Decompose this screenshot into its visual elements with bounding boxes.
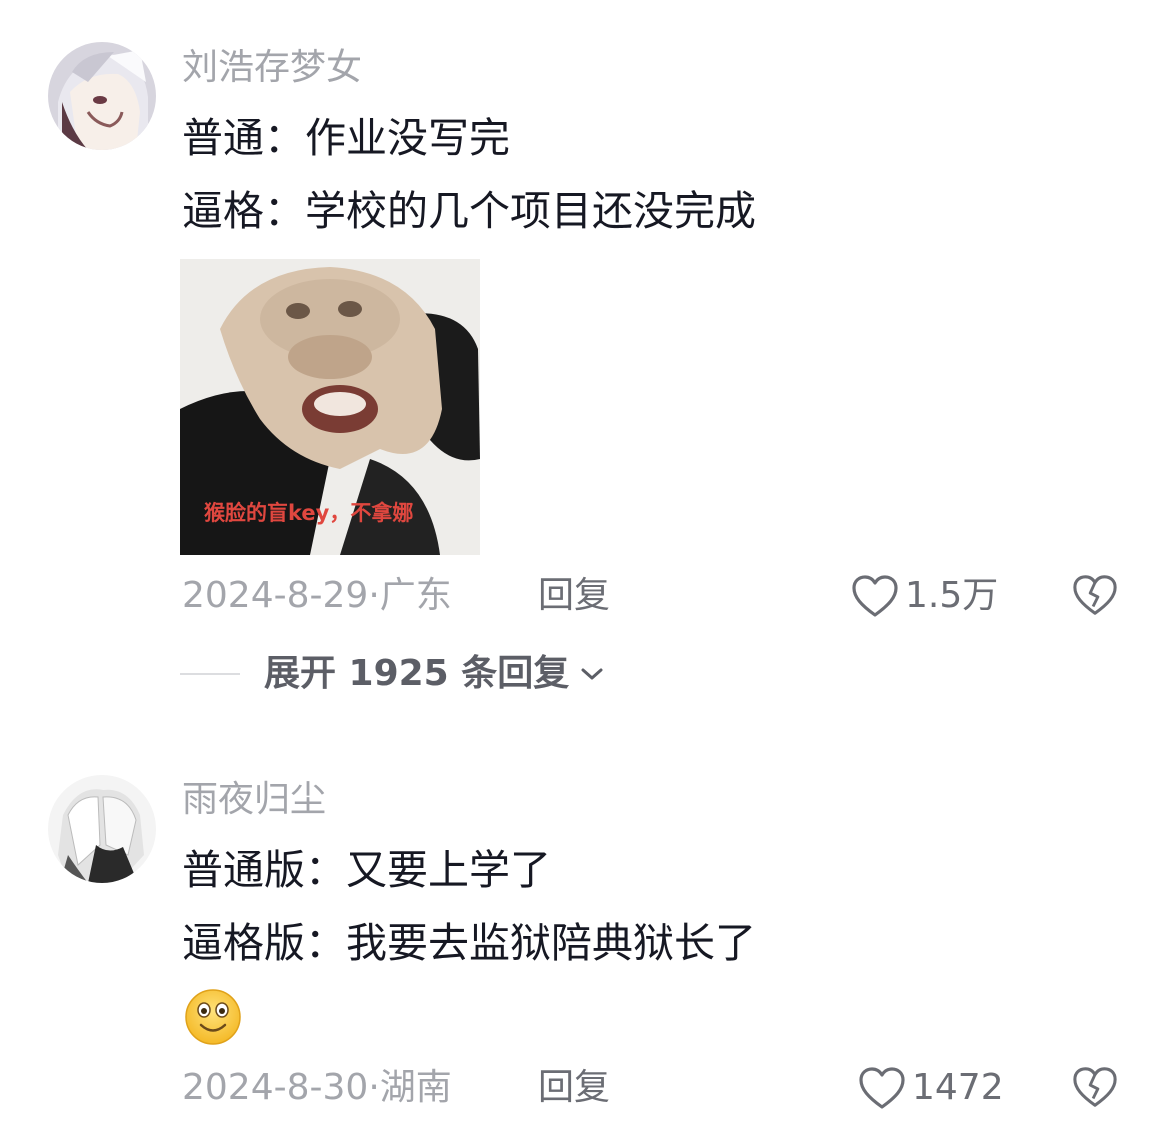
like-button[interactable]: 1472 <box>858 1064 1004 1112</box>
meta-separator: · <box>368 1067 380 1108</box>
reply-button[interactable]: 回复 <box>538 1064 610 1112</box>
heart-outline-icon <box>859 1067 905 1109</box>
avatar-image <box>48 775 156 883</box>
comment-2: 雨夜归尘 普通版：又要上学了 逼格版：我要去监狱陪典狱长了 2024-8-30·… <box>0 0 1170 1124</box>
comment-location: 湖南 <box>379 1067 452 1108</box>
date-location: 2024-8-30·湖南 <box>182 1064 452 1112</box>
broken-heart-icon[interactable] <box>1072 1064 1118 1110</box>
comment-text-line-1: 普通版：又要上学了 <box>182 846 551 894</box>
comment-date: 2024-8-30 <box>182 1067 369 1108</box>
smiling-face-emoji-icon <box>185 989 241 1045</box>
avatar[interactable] <box>48 775 156 883</box>
like-count: 1472 <box>912 1067 1004 1108</box>
username[interactable]: 雨夜归尘 <box>182 776 326 824</box>
comment-text-line-2: 逼格版：我要去监狱陪典狱长了 <box>182 919 756 967</box>
